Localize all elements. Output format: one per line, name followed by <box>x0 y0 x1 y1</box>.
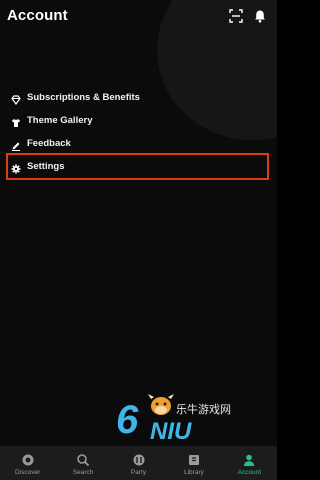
mascot-icon <box>148 394 174 415</box>
menu-item-label: Subscriptions & Benefits <box>27 91 140 103</box>
page-title: Account <box>7 7 68 24</box>
search-icon <box>77 453 90 466</box>
bottom-tab-bar: Discover Search Party Library Account <box>0 446 277 480</box>
tab-discover[interactable]: Discover <box>0 446 55 480</box>
scan-icon[interactable] <box>229 9 243 23</box>
tab-label: Discover <box>15 468 41 476</box>
party-icon <box>133 454 145 465</box>
settings-highlight-box <box>6 153 269 180</box>
discover-icon <box>22 454 34 465</box>
bell-icon[interactable] <box>253 9 267 23</box>
tab-label: Party <box>130 468 147 476</box>
watermark-logo-six: 6 <box>116 398 139 442</box>
menu-item-subscriptions[interactable]: Subscriptions & Benefits <box>8 86 270 108</box>
tab-search[interactable]: Search <box>55 446 110 480</box>
tab-label: Library <box>183 468 204 476</box>
account-icon <box>244 454 255 466</box>
menu-item-label: Theme Gallery <box>27 114 93 126</box>
library-icon <box>188 454 199 465</box>
shirt-icon <box>11 115 21 127</box>
pencil-icon <box>11 138 21 151</box>
menu-item-feedback[interactable]: Feedback <box>8 132 270 154</box>
tab-account[interactable]: Account <box>222 446 277 480</box>
header: Account <box>0 0 277 34</box>
menu-item-theme-gallery[interactable]: Theme Gallery <box>8 109 270 131</box>
tab-label: Search <box>72 468 94 476</box>
account-screen: Account Subscriptions & Benefits Theme G… <box>0 0 277 480</box>
tab-party[interactable]: Party <box>111 446 166 480</box>
watermark-chinese-text: 乐牛游戏网 <box>176 403 231 416</box>
tab-label: Account <box>237 468 262 476</box>
menu-item-label: Feedback <box>27 137 71 149</box>
tab-library[interactable]: Library <box>166 446 221 480</box>
site-watermark: 6 NIU 乐牛游戏网 <box>110 394 260 448</box>
diamond-icon <box>11 92 21 106</box>
watermark-logo-text: NIU <box>150 418 192 445</box>
